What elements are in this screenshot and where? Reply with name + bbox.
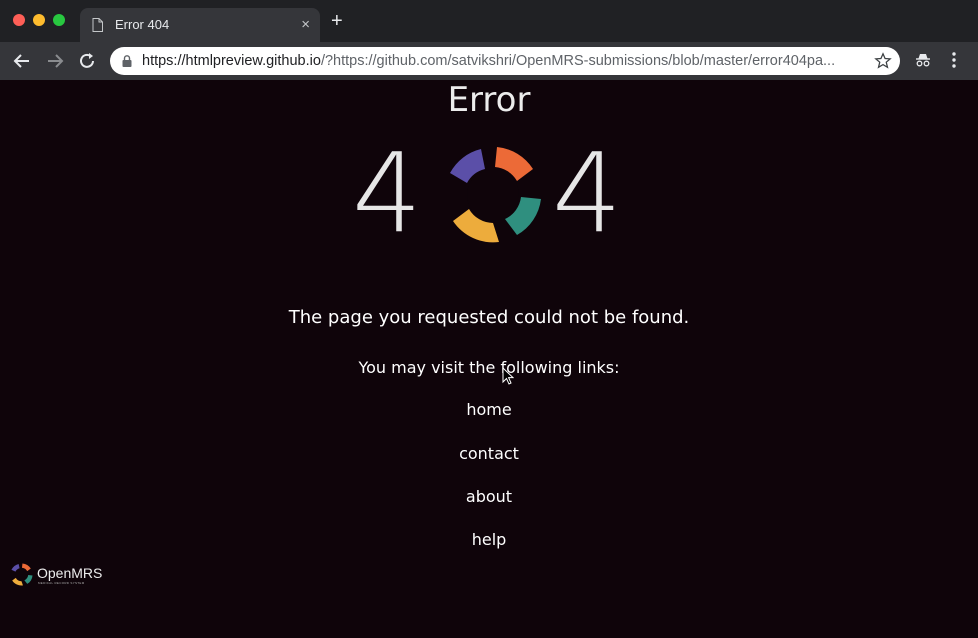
close-window-button[interactable] (13, 14, 25, 26)
about-link[interactable]: about (0, 487, 978, 506)
star-icon[interactable] (874, 52, 892, 70)
reload-icon[interactable] (77, 51, 97, 71)
minimize-window-button[interactable] (33, 14, 45, 26)
home-link[interactable]: home (0, 400, 978, 419)
kebab-menu-icon[interactable] (948, 51, 960, 69)
browser-toolbar: https://htmlpreview.github.io/?https://g… (0, 42, 978, 80)
url-path: /?https://github.com/satvikshri/OpenMRS-… (320, 53, 836, 69)
digit-right: 4 (552, 129, 622, 257)
address-bar[interactable]: https://htmlpreview.github.io/?https://g… (110, 47, 900, 75)
contact-link[interactable]: contact (0, 444, 978, 463)
forward-arrow-icon[interactable] (45, 51, 65, 71)
mouse-cursor-icon (502, 367, 514, 385)
error-page: Error 4 4 The page you requested could n… (0, 80, 978, 638)
openmrs-logo-icon (450, 147, 541, 243)
tab-strip: Error 404 × + (0, 0, 978, 42)
incognito-icon[interactable] (914, 51, 932, 69)
digit-left: 4 (352, 129, 422, 257)
url-host: https://htmlpreview.github.io (142, 53, 321, 69)
error-message: The page you requested could not be foun… (288, 307, 690, 328)
new-tab-button[interactable]: + (331, 11, 343, 31)
footer-tagline: MEDICAL RECORD SYSTEM (38, 581, 85, 585)
browser-chrome: Error 404 × + https://htmlpreview.github… (0, 0, 978, 80)
active-tab[interactable]: Error 404 × (80, 8, 320, 42)
document-icon (92, 18, 103, 32)
close-tab-icon[interactable]: × (301, 16, 310, 33)
lock-icon (122, 55, 132, 67)
footer-logo[interactable]: OpenMRS MEDICAL RECORD SYSTEM (10, 561, 110, 587)
help-link[interactable]: help (0, 530, 978, 549)
tab-title: Error 404 (115, 17, 170, 32)
url-text[interactable]: https://htmlpreview.github.io/?https://g… (142, 53, 868, 69)
links-intro: You may visit the following links: (358, 358, 620, 377)
page-title: Error (447, 80, 531, 120)
openmrs-small-logo-icon (11, 563, 33, 586)
footer-brand: OpenMRS (37, 565, 103, 581)
back-arrow-icon[interactable] (12, 51, 32, 71)
maximize-window-button[interactable] (53, 14, 65, 26)
